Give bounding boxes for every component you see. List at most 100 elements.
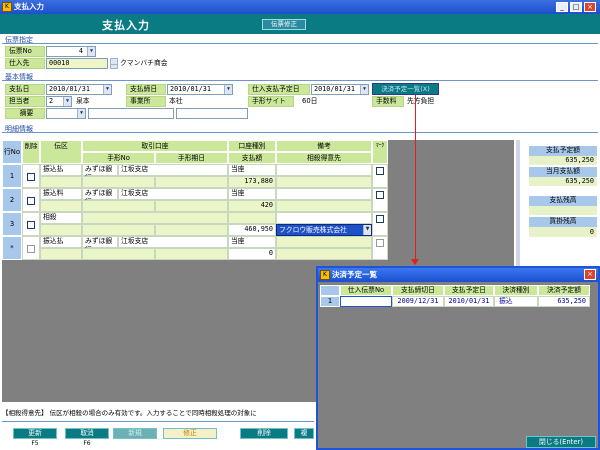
tegata-kijitsu-cell[interactable] [155, 176, 228, 188]
biko-cell[interactable] [276, 188, 372, 200]
new-button[interactable]: 新規 [113, 428, 157, 439]
mark-checkbox[interactable] [376, 215, 384, 223]
mode-badge: 伝票修正 [262, 19, 306, 30]
copy-button[interactable]: 複 [294, 428, 314, 439]
popup-close-button[interactable]: 閉じる(Enter) [526, 436, 596, 448]
denku-sub-cell[interactable] [40, 224, 82, 236]
popup-shimekiri-cell[interactable]: 2009/12/31 [392, 296, 444, 307]
koza-type-cell[interactable]: 当座 [228, 188, 276, 200]
biko-cell[interactable] [276, 212, 372, 224]
popup-header-shimekiri: 支払締切日 [392, 285, 444, 296]
koza-type-cell[interactable]: 当座 [228, 164, 276, 176]
denku-cell[interactable]: 振込払 [40, 236, 82, 248]
denku-cell[interactable]: 振込払 [40, 164, 82, 176]
denku-sub-cell[interactable] [40, 200, 82, 212]
chevron-down-icon[interactable]: ▼ [103, 85, 111, 94]
denku-cell[interactable]: 相殺 [40, 212, 82, 224]
side-tougetsu-value: 635,250 [529, 177, 597, 186]
biko-cell[interactable] [276, 236, 372, 248]
denpyo-no-select[interactable]: 4 ▼ [46, 46, 96, 57]
search-icon[interactable]: … [110, 58, 118, 69]
mark-checkbox[interactable] [376, 167, 384, 175]
header-tegata-kijitsu: 手形期日 [155, 152, 228, 164]
denku-sub-cell[interactable] [40, 176, 82, 188]
popup-close-icon[interactable]: × [584, 269, 596, 280]
maximize-button[interactable]: □ [570, 2, 582, 12]
bank-cell[interactable]: みずほ銀行 [82, 236, 118, 254]
popup-shubetsu-cell[interactable]: 振込 [494, 296, 538, 307]
popup-yotei-cell[interactable]: 2010/01/31 [444, 296, 494, 307]
delete-button[interactable]: 削除 [240, 428, 288, 439]
f5-key-label: F5 [31, 440, 39, 447]
tekiyo-select[interactable]: ▼ [46, 108, 86, 119]
branch-cell[interactable]: 江坂支店 [118, 164, 228, 176]
row-number: 1 [2, 164, 22, 188]
bank-cell[interactable]: みずほ銀行 [82, 164, 118, 182]
delete-checkbox[interactable] [27, 245, 35, 253]
denku-sub-cell[interactable] [40, 248, 82, 260]
shiire-label: 仕入先 [5, 58, 45, 69]
shimekiri-field[interactable]: 2010/01/31 ▼ [167, 84, 233, 95]
shimekiri-value: 2010/01/31 [170, 85, 211, 93]
tegata-kijitsu-cell[interactable] [155, 224, 228, 236]
modify-button[interactable]: 修正 [163, 428, 217, 439]
shiharai-date-field[interactable]: 2010/01/31 ▼ [46, 84, 112, 95]
delete-checkbox[interactable] [27, 221, 35, 229]
row-number: * [2, 236, 22, 260]
chevron-down-icon[interactable]: ▼ [363, 225, 371, 235]
chevron-down-icon[interactable]: ▼ [77, 109, 85, 118]
tegata-no-cell[interactable] [82, 224, 155, 236]
jigyosho-label: 事業所 [126, 96, 166, 107]
tegata-no-cell[interactable] [82, 248, 155, 260]
sosai-cell[interactable] [276, 176, 372, 188]
chevron-down-icon[interactable]: ▼ [224, 85, 232, 94]
table-row [22, 164, 40, 188]
minimize-button[interactable]: _ [556, 2, 568, 12]
sosai-select[interactable]: フクロウ販売株式会社 ▼ [276, 224, 372, 236]
mark-checkbox[interactable] [376, 191, 384, 199]
sosai-cell[interactable] [276, 248, 372, 260]
tanto-label: 担当者 [5, 96, 45, 107]
popup-denpyo-input[interactable] [340, 296, 392, 307]
tekiyo-input[interactable] [88, 108, 174, 119]
chevron-down-icon[interactable]: ▼ [87, 47, 95, 56]
tekiyo-input-2[interactable] [176, 108, 248, 119]
cancel-button[interactable]: 取消 [65, 428, 109, 439]
amount-cell[interactable]: 460,950 [228, 224, 276, 236]
tegata-no-cell[interactable] [82, 200, 155, 212]
close-button[interactable]: × [584, 2, 596, 12]
mark-checkbox[interactable] [376, 239, 384, 247]
tegata-no-cell[interactable] [82, 176, 155, 188]
sosai-cell[interactable] [276, 200, 372, 212]
header-sosai: 相殺得意先 [276, 152, 372, 164]
popup-gaku-cell[interactable]: 635,250 [538, 296, 590, 307]
arrow-down-icon [411, 259, 419, 265]
amount-cell[interactable]: 0 [228, 248, 276, 260]
branch-cell[interactable]: 江坂支店 [118, 188, 228, 200]
tanto-name: 泉本 [76, 97, 90, 105]
biko-cell[interactable] [276, 164, 372, 176]
tegata-value: 60日 [302, 97, 318, 105]
shiire-code-input[interactable]: 00010 [46, 58, 108, 69]
mark-cell [372, 164, 388, 188]
amount-cell[interactable]: 173,880 [228, 176, 276, 188]
koza-type-cell[interactable] [228, 212, 276, 224]
delete-checkbox[interactable] [27, 173, 35, 181]
bank-cell[interactable]: みずほ銀行 [82, 188, 118, 206]
branch-cell[interactable]: 江坂支店 [118, 236, 228, 248]
tegata-kijitsu-cell[interactable] [155, 200, 228, 212]
amount-cell[interactable]: 420 [228, 200, 276, 212]
yotei-field[interactable]: 2010/01/31 ▼ [311, 84, 369, 95]
koza-type-cell[interactable]: 当座 [228, 236, 276, 248]
tegata-kijitsu-cell[interactable] [155, 248, 228, 260]
chevron-down-icon[interactable]: ▼ [63, 97, 71, 106]
kessai-popup-window: 決済予定一覧 K × 仕入伝票No 支払締切日 支払予定日 決済種別 決済予定額… [316, 266, 600, 450]
chevron-down-icon[interactable]: ▼ [360, 85, 368, 94]
tanto-select[interactable]: 2 ▼ [46, 96, 72, 107]
delete-checkbox[interactable] [27, 197, 35, 205]
divider [2, 80, 598, 81]
update-button[interactable]: 更新 [13, 428, 57, 439]
denku-cell[interactable]: 振込料 [40, 188, 82, 200]
bank-cell[interactable] [82, 212, 228, 224]
kessai-yotei-button[interactable]: 決済予定一覧(X) [372, 83, 439, 95]
